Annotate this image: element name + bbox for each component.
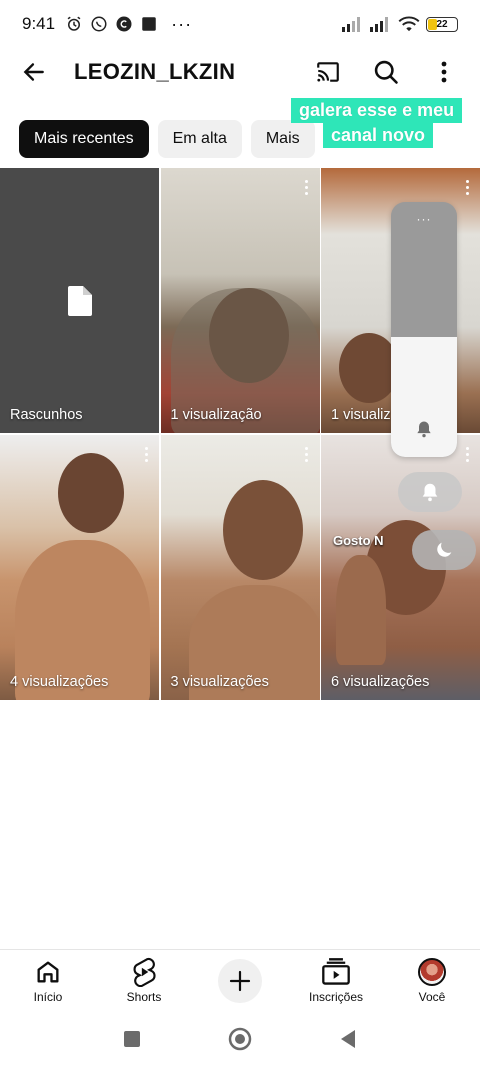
battery-indicator: 22 (426, 16, 458, 32)
status-time: 9:41 (22, 14, 56, 33)
tile-label: 3 visualizações (170, 674, 269, 690)
caption-line-1: galera esse e meu (291, 98, 463, 123)
bottom-navigation: Início Shorts Inscrições Você (0, 949, 480, 1012)
nav-label: Você (418, 990, 446, 1004)
tile-label: Rascunhos (10, 407, 83, 423)
recent-apps-button[interactable] (117, 1024, 147, 1054)
nav-label: Início (33, 990, 63, 1004)
nav-home[interactable]: Início (8, 958, 88, 1004)
app-c-icon (116, 16, 132, 32)
more-vert-icon[interactable] (143, 447, 149, 465)
more-vert-icon (441, 61, 447, 83)
nav-shorts[interactable]: Shorts (104, 957, 184, 1004)
status-overflow: ··· (171, 13, 193, 34)
wifi-icon (398, 16, 420, 32)
bell-icon (417, 421, 431, 438)
sort-chips: Mais recentes Em alta Mais (19, 120, 315, 158)
drafts-tile[interactable]: Rascunhos (0, 168, 159, 433)
home-icon (37, 961, 59, 983)
tile-label: 4 visualizações (10, 674, 109, 690)
search-button[interactable] (364, 50, 408, 94)
ring-mode-button[interactable] (398, 472, 462, 512)
more-options-button[interactable] (422, 50, 466, 94)
signal-icon (342, 17, 360, 32)
video-tile[interactable]: 3 visualizações (160, 435, 320, 700)
more-vert-icon[interactable] (304, 447, 310, 465)
caption-line-2: canal novo (323, 123, 434, 148)
moon-icon (437, 542, 452, 557)
back-system-button[interactable] (333, 1024, 363, 1054)
nav-create[interactable] (200, 959, 280, 1003)
tile-label: 1 visualiz (331, 407, 391, 423)
channel-title: LEOZIN_LKZIN (74, 59, 236, 84)
app-header: LEOZIN_LKZIN (0, 48, 480, 96)
bell-icon (422, 483, 438, 502)
cast-button[interactable] (306, 50, 350, 94)
signal-icon-2 (370, 17, 388, 32)
more-vert-icon[interactable] (464, 180, 470, 198)
subscriptions-icon (322, 958, 350, 985)
nav-label: Shorts (126, 990, 162, 1004)
app-square-icon (142, 17, 156, 31)
volume-slider[interactable]: ··· (391, 202, 457, 457)
home-system-button[interactable] (225, 1024, 255, 1054)
square-icon (124, 1031, 140, 1047)
video-tile[interactable]: 4 visualizações (0, 435, 159, 700)
back-button[interactable] (14, 52, 54, 92)
document-icon (68, 286, 92, 316)
video-tile[interactable]: 1 visualização (160, 168, 320, 433)
more-vert-icon[interactable] (304, 180, 310, 198)
whatsapp-icon (91, 16, 107, 32)
chip-em-alta[interactable]: Em alta (157, 120, 242, 158)
create-icon (229, 970, 251, 992)
volume-panel-menu[interactable]: ··· (391, 212, 457, 226)
search-icon (374, 60, 398, 84)
nav-you[interactable]: Você (392, 958, 472, 1004)
more-vert-icon[interactable] (464, 447, 470, 465)
chip-mais-recentes[interactable]: Mais recentes (19, 120, 149, 158)
caption-overlay: galera esse e meu canal novo (291, 98, 477, 148)
video-overlay-text: Gosto N (333, 533, 384, 548)
tile-label: 6 visualizações (331, 674, 430, 690)
avatar (418, 958, 446, 986)
do-not-disturb-button[interactable] (412, 530, 476, 570)
nav-label: Inscrições (308, 990, 364, 1004)
nav-subscriptions[interactable]: Inscrições (296, 958, 376, 1004)
circle-icon (228, 1027, 252, 1051)
volume-level (391, 337, 457, 457)
triangle-back-icon (341, 1030, 355, 1048)
back-arrow-icon (23, 63, 44, 81)
tile-label: 1 visualização (170, 407, 262, 423)
system-navigation (0, 1012, 480, 1066)
cast-icon (317, 62, 339, 82)
alarm-icon (67, 16, 81, 31)
shorts-icon (133, 957, 156, 987)
status-bar: 9:41 ··· 22 (0, 0, 480, 48)
